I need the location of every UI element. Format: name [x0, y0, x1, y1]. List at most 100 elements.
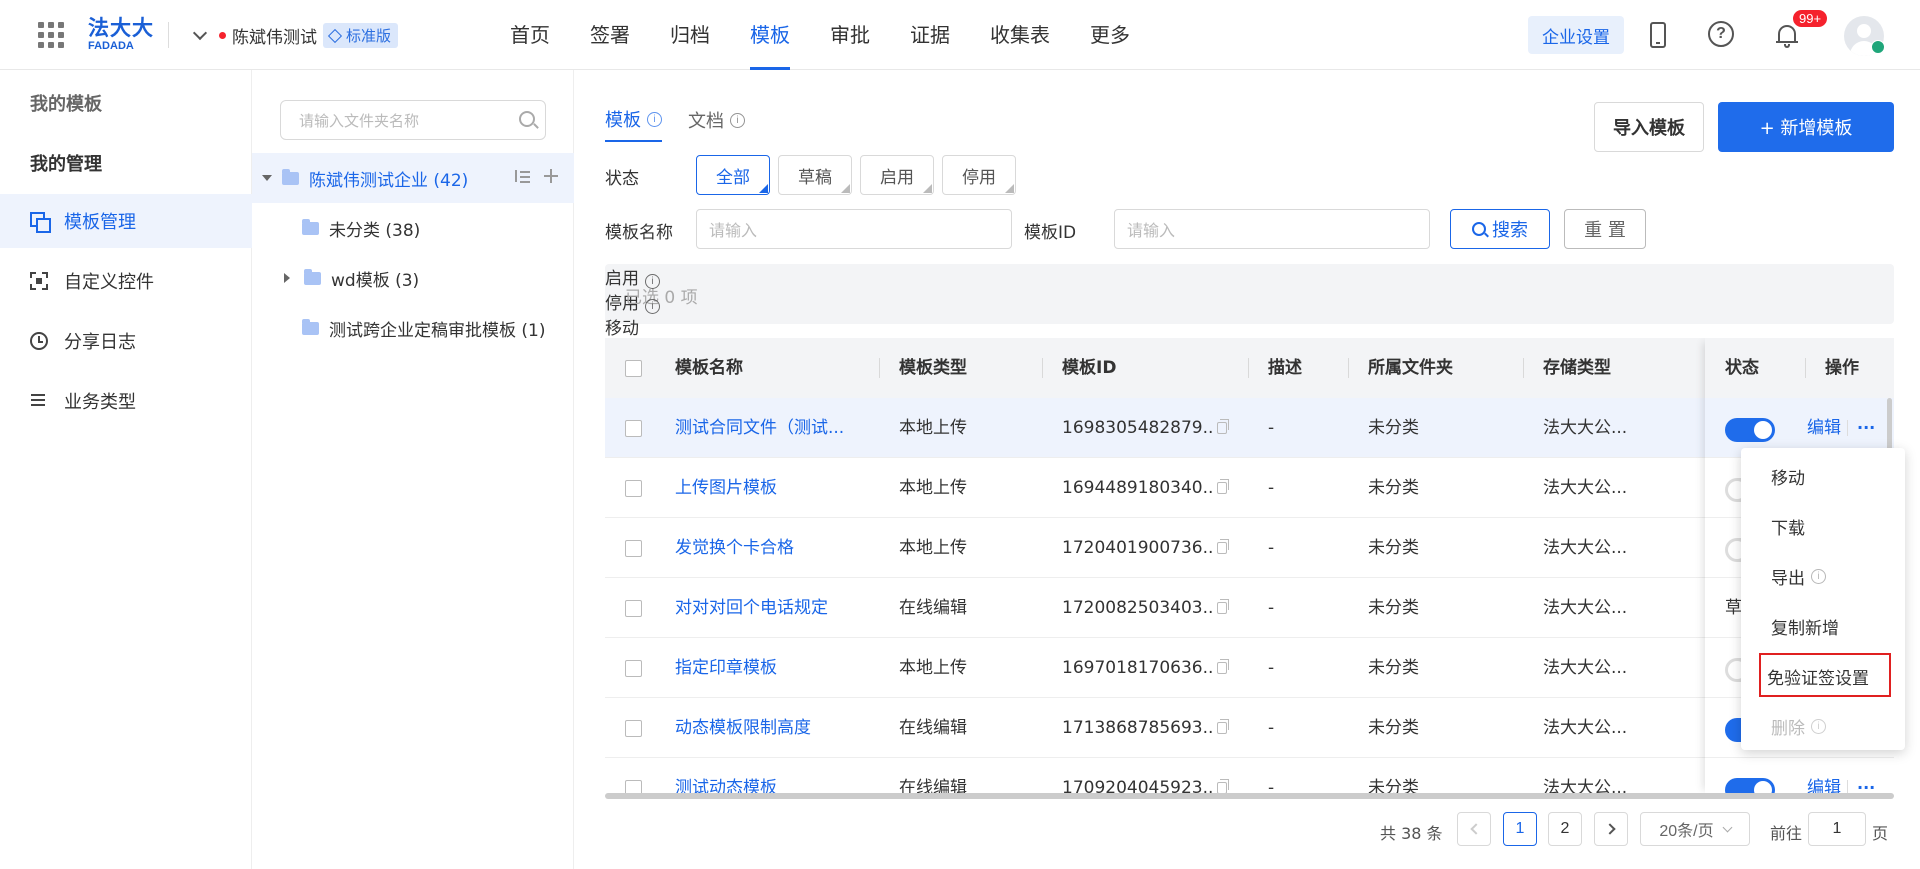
copy-icon[interactable] — [1217, 539, 1229, 554]
goto-page-input[interactable]: 1 — [1808, 812, 1866, 846]
cell-template-name[interactable]: 发觉换个卡合格 — [675, 518, 875, 578]
status-enabled-button[interactable]: 启用 — [860, 155, 934, 195]
select-all-checkbox[interactable] — [625, 360, 642, 377]
tab-document[interactable]: 文档 i — [688, 106, 745, 142]
tree-item-uncategorized[interactable]: 未分类 (38) — [252, 203, 574, 253]
page-size-select[interactable]: 20条/页 — [1640, 812, 1750, 846]
copy-icon[interactable] — [1217, 479, 1229, 494]
row-checkbox[interactable] — [625, 780, 642, 794]
row-checkbox[interactable] — [625, 660, 642, 677]
more-actions-button[interactable]: ··· — [1857, 418, 1875, 437]
sidebar-item-custom-control[interactable]: 自定义控件 — [0, 254, 252, 308]
cell-folder: 未分类 — [1368, 718, 1419, 738]
page-2[interactable]: 2 — [1548, 812, 1582, 846]
table-row[interactable]: 对对对回个电话规定 在线编辑 1720082503403... - 未分类 法大大公... — [605, 578, 1894, 638]
menu-item-move[interactable]: 移动 — [1771, 464, 1805, 489]
status-toggle[interactable] — [1725, 778, 1775, 794]
cell-template-name[interactable]: 上传图片模板 — [675, 458, 875, 518]
nav-archive[interactable]: 归档 — [650, 0, 730, 70]
cell-template-type: 在线编辑 — [899, 718, 967, 738]
table-row[interactable]: 上传图片模板 本地上传 1694489180340... - 未分类 法大大公... — [605, 458, 1894, 518]
copy-icon[interactable] — [1217, 599, 1229, 614]
batch-disable[interactable]: 停用 i — [605, 289, 1894, 314]
nav-evidence[interactable]: 证据 — [890, 0, 970, 70]
mobile-icon[interactable] — [1650, 22, 1666, 48]
prev-page-button[interactable] — [1457, 812, 1491, 846]
nav-collection[interactable]: 收集表 — [970, 0, 1070, 70]
col-description: 描述 — [1268, 358, 1302, 378]
copy-icon[interactable] — [1217, 659, 1229, 674]
fadada-logo[interactable]: 法大大 FADADA — [88, 18, 154, 52]
cell-description: - — [1268, 778, 1275, 794]
tree-root[interactable]: 陈斌伟测试企业 (42) — [252, 153, 574, 203]
search-icon[interactable] — [519, 111, 535, 127]
sort-icon[interactable] — [514, 169, 530, 183]
selected-count: 已选 0 项 — [625, 288, 698, 308]
batch-move[interactable]: 移动 — [605, 314, 1894, 339]
menu-item-signature-exemption[interactable]: 免验证签设置 — [1767, 664, 1869, 689]
template-id-input[interactable]: 请输入 — [1114, 209, 1430, 249]
table-row[interactable]: 指定印章模板 本地上传 1697018170636... - 未分类 法大大公... — [605, 638, 1894, 698]
row-checkbox[interactable] — [625, 540, 642, 557]
menu-item-export[interactable]: 导出 i — [1771, 564, 1826, 589]
cell-template-name[interactable]: 指定印章模板 — [675, 638, 875, 698]
nav-template[interactable]: 模板 — [730, 0, 810, 70]
reset-button[interactable]: 重 置 — [1564, 209, 1646, 249]
new-template-button[interactable]: + 新增模板 — [1718, 102, 1894, 152]
import-template-button[interactable]: 导入模板 — [1594, 102, 1704, 152]
cell-template-name[interactable]: 对对对回个电话规定 — [675, 578, 875, 638]
status-toggle[interactable] — [1725, 418, 1775, 442]
sidebar-item-business-type[interactable]: 业务类型 — [0, 374, 252, 428]
template-name-input[interactable]: 请输入 — [696, 209, 1012, 249]
help-icon[interactable]: ? — [1708, 21, 1734, 47]
tab-template[interactable]: 模板 i — [605, 106, 662, 142]
sidebar-item-share-log[interactable]: 分享日志 — [0, 314, 252, 368]
nav-sign[interactable]: 签署 — [570, 0, 650, 70]
search-button[interactable]: 搜索 — [1450, 209, 1550, 249]
row-checkbox[interactable] — [625, 600, 642, 617]
sidebar-my-templates[interactable]: 我的模板 — [30, 90, 102, 116]
info-icon: i — [645, 274, 660, 289]
status-draft-button[interactable]: 草稿 — [778, 155, 852, 195]
cell-template-name[interactable]: 测试合同文件（测试... — [675, 398, 875, 458]
table-row[interactable]: 动态模板限制高度 在线编辑 1713868785693... - 未分类 法大大公... — [605, 698, 1894, 758]
cell-template-type: 本地上传 — [899, 418, 967, 438]
more-actions-button[interactable]: ··· — [1857, 778, 1875, 794]
table-row[interactable]: 测试合同文件（测试... 本地上传 1698305482879... - 未分类 法大大公… — [605, 398, 1894, 458]
caret-right-icon[interactable] — [284, 273, 290, 283]
cell-description: - — [1268, 718, 1275, 738]
company-switcher[interactable]: 陈斌伟测试 标准版 — [192, 23, 399, 48]
nav-home[interactable]: 首页 — [490, 0, 570, 70]
row-checkbox[interactable] — [625, 720, 642, 737]
next-page-button[interactable] — [1594, 812, 1628, 846]
copy-icon[interactable] — [1217, 419, 1229, 434]
app-grid-icon[interactable] — [38, 22, 64, 48]
row-checkbox[interactable] — [625, 420, 642, 437]
edit-link[interactable]: 编辑 — [1807, 758, 1841, 794]
enterprise-settings-button[interactable]: 企业设置 — [1528, 16, 1624, 54]
folder-search-input[interactable]: 请输入文件夹名称 — [280, 100, 546, 140]
sidebar-item-template-management[interactable]: 模板管理 — [0, 194, 252, 248]
horizontal-scrollbar[interactable] — [605, 793, 1894, 799]
table-row[interactable]: 测试动态模板 在线编辑 1709204045923... - 未分类 法大大公... — [605, 758, 1894, 794]
nav-approval[interactable]: 审批 — [810, 0, 890, 70]
cell-template-name[interactable]: 动态模板限制高度 — [675, 698, 875, 758]
add-folder-icon[interactable] — [544, 169, 558, 183]
tree-item-cross-enterprise[interactable]: 测试跨企业定稿审批模板 (1) — [252, 303, 574, 353]
status-disabled-button[interactable]: 停用 — [942, 155, 1016, 195]
table-row[interactable]: 发觉换个卡合格 本地上传 1720401900736... - 未分类 法大大公... — [605, 518, 1894, 578]
status-all-button[interactable]: 全部 — [696, 155, 770, 195]
batch-enable[interactable]: 启用 i — [605, 264, 1894, 289]
folder-icon — [282, 168, 299, 185]
menu-item-copy-new[interactable]: 复制新增 — [1771, 614, 1839, 639]
menu-item-download[interactable]: 下载 — [1771, 514, 1805, 539]
row-checkbox[interactable] — [625, 480, 642, 497]
col-status: 状态 — [1725, 358, 1759, 378]
nav-more[interactable]: 更多 — [1070, 0, 1150, 70]
cell-template-name[interactable]: 测试动态模板 — [675, 758, 875, 794]
tree-item-wd[interactable]: wd模板 (3) — [252, 253, 574, 303]
caret-down-icon[interactable] — [262, 175, 272, 181]
page-1[interactable]: 1 — [1503, 812, 1537, 846]
col-folder: 所属文件夹 — [1368, 358, 1453, 378]
copy-icon[interactable] — [1217, 719, 1229, 734]
